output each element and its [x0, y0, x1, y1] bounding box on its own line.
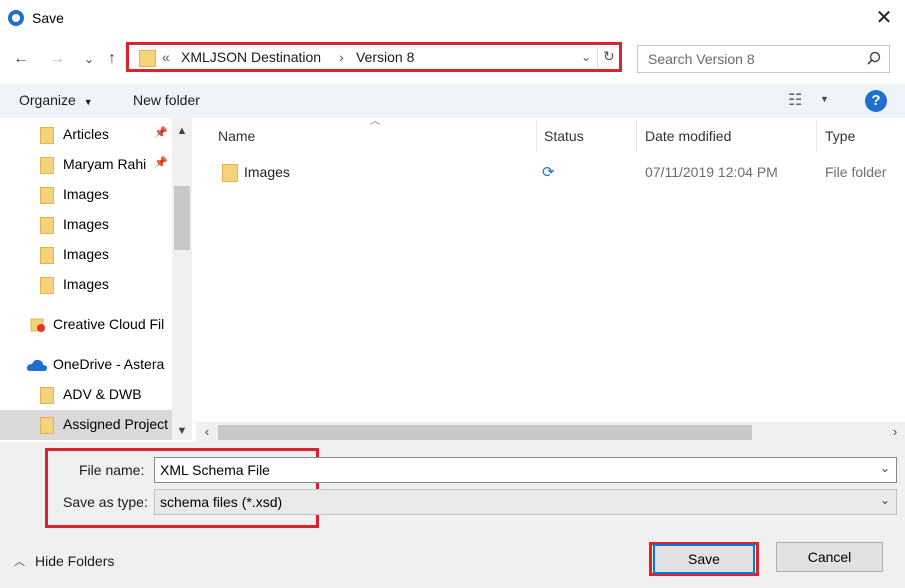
breadcrumb-xmljson-destination[interactable]: XMLJSON Destination: [181, 49, 321, 65]
new-folder-button[interactable]: New folder: [133, 92, 200, 108]
sidebar-item-assigned-project[interactable]: Assigned Project: [0, 410, 172, 440]
sidebar-item-label: ADV & DWB: [63, 386, 142, 402]
chevron-down-icon[interactable]: ⌄: [880, 493, 890, 507]
column-divider[interactable]: [536, 120, 537, 152]
help-icon[interactable]: ?: [865, 90, 887, 112]
title-bar: [0, 0, 905, 38]
sidebar-item-label: OneDrive - Astera: [53, 356, 165, 372]
address-overflow-icon[interactable]: «: [162, 49, 170, 65]
creative-cloud-icon: [30, 317, 46, 333]
file-list-scroll-thumb[interactable]: [218, 425, 752, 440]
folder-icon: [40, 187, 54, 204]
save-as-type-value: schema files (*.xsd): [160, 494, 283, 510]
sidebar-item-images[interactable]: Images: [0, 240, 172, 270]
sort-ascending-icon: ︿: [370, 116, 380, 127]
scroll-right-icon[interactable]: ›: [886, 423, 904, 441]
back-arrow-icon[interactable]: ←: [10, 48, 32, 70]
chevron-down-icon[interactable]: ⌄: [880, 461, 890, 475]
pin-icon: 📌: [154, 127, 168, 139]
file-name-cell: Images: [244, 164, 290, 180]
sidebar-item-adv-dwb[interactable]: ADV & DWB: [0, 380, 172, 410]
folder-icon: [139, 50, 156, 67]
refresh-icon[interactable]: ↻: [603, 48, 615, 65]
folder-icon: [40, 217, 54, 234]
column-header-date-modified[interactable]: Date modified: [645, 128, 731, 144]
table-row[interactable]: Images ⟳ 07/11/2019 12:04 PM File folder: [205, 156, 905, 188]
scroll-up-icon[interactable]: ▲: [172, 122, 192, 140]
folder-icon: [40, 247, 54, 264]
pin-icon: 📌: [154, 157, 168, 169]
address-divider: [597, 47, 598, 67]
date-modified-cell: 07/11/2019 12:04 PM: [645, 164, 778, 180]
save-as-type-select[interactable]: schema files (*.xsd) ⌄: [154, 489, 897, 515]
column-divider[interactable]: [816, 120, 817, 152]
view-dropdown-icon[interactable]: ▼: [820, 94, 829, 104]
save-button[interactable]: Save: [653, 544, 755, 574]
breadcrumb-separator-icon: ›: [339, 49, 344, 65]
address-bar[interactable]: « XMLJSON Destination › Version 8 ⌄ ↻: [126, 42, 622, 72]
sidebar-item-images[interactable]: Images: [0, 180, 172, 210]
recent-locations-chevron-icon[interactable]: ⌄: [78, 48, 100, 70]
sidebar-item-label: Creative Cloud Fil: [53, 316, 165, 332]
search-input[interactable]: Search Version 8: [648, 51, 755, 67]
close-button[interactable]: ✕: [872, 6, 896, 30]
organize-button[interactable]: Organize ▼: [19, 92, 93, 108]
folder-icon: [40, 157, 54, 174]
chevron-up-icon[interactable]: ︿: [14, 553, 25, 569]
cancel-button[interactable]: Cancel: [776, 542, 883, 572]
file-name-field[interactable]: XML Schema File ⌄: [154, 457, 897, 483]
sidebar-item-label: Images: [63, 246, 109, 262]
sidebar-item-label: Assigned Project: [63, 416, 169, 432]
sidebar-item-articles[interactable]: Articles 📌: [0, 120, 172, 150]
sidebar-item-label: Images: [63, 216, 109, 232]
sidebar-item-maryam-rahi[interactable]: Maryam Rahi 📌: [0, 150, 172, 180]
scroll-left-icon[interactable]: ‹: [198, 423, 216, 441]
sidebar-scroll-thumb[interactable]: [174, 186, 190, 250]
sidebar-item-images[interactable]: Images: [0, 210, 172, 240]
column-header-status[interactable]: Status: [544, 128, 584, 144]
window-title: Save: [32, 10, 64, 26]
save-as-type-label: Save as type:: [63, 494, 148, 510]
type-cell: File folder: [825, 164, 887, 180]
up-arrow-icon[interactable]: ↑: [101, 48, 123, 70]
sidebar-item-onedrive[interactable]: OneDrive - Astera: [0, 350, 172, 380]
file-name-label: File name:: [79, 462, 145, 478]
sidebar-item-label: Maryam Rahi: [63, 156, 147, 172]
search-box[interactable]: Search Version 8: [637, 45, 890, 73]
sidebar-item-images[interactable]: Images: [0, 270, 172, 300]
address-dropdown-chevron-icon[interactable]: ⌄: [581, 50, 591, 64]
folder-icon: [40, 127, 54, 144]
sidebar-item-label: Images: [63, 276, 109, 292]
search-icon[interactable]: [867, 51, 881, 68]
column-header-name[interactable]: Name: [218, 128, 255, 144]
sync-icon: ⟳: [542, 164, 555, 181]
view-options-icon[interactable]: ☷: [788, 90, 802, 110]
sidebar-scrollbar[interactable]: [172, 118, 192, 440]
sidebar-item-label: Images: [63, 186, 109, 202]
file-name-input[interactable]: XML Schema File: [160, 462, 270, 478]
column-divider[interactable]: [636, 120, 637, 152]
onedrive-cloud-icon: [26, 358, 48, 372]
breadcrumb-version-8[interactable]: Version 8: [356, 49, 414, 65]
app-icon: [8, 10, 24, 26]
folder-icon: [40, 417, 54, 434]
folder-icon: [40, 387, 54, 404]
folder-icon: [40, 277, 54, 294]
hide-folders-button[interactable]: Hide Folders: [35, 553, 114, 569]
forward-arrow-icon[interactable]: →: [46, 48, 68, 70]
scroll-down-icon[interactable]: ▼: [172, 422, 192, 440]
organize-dropdown-icon: ▼: [83, 97, 93, 107]
folder-icon: [222, 164, 238, 182]
sidebar-item-creative-cloud[interactable]: Creative Cloud Fil: [0, 310, 172, 340]
column-header-type[interactable]: Type: [825, 128, 855, 144]
organize-label: Organize: [19, 92, 76, 108]
